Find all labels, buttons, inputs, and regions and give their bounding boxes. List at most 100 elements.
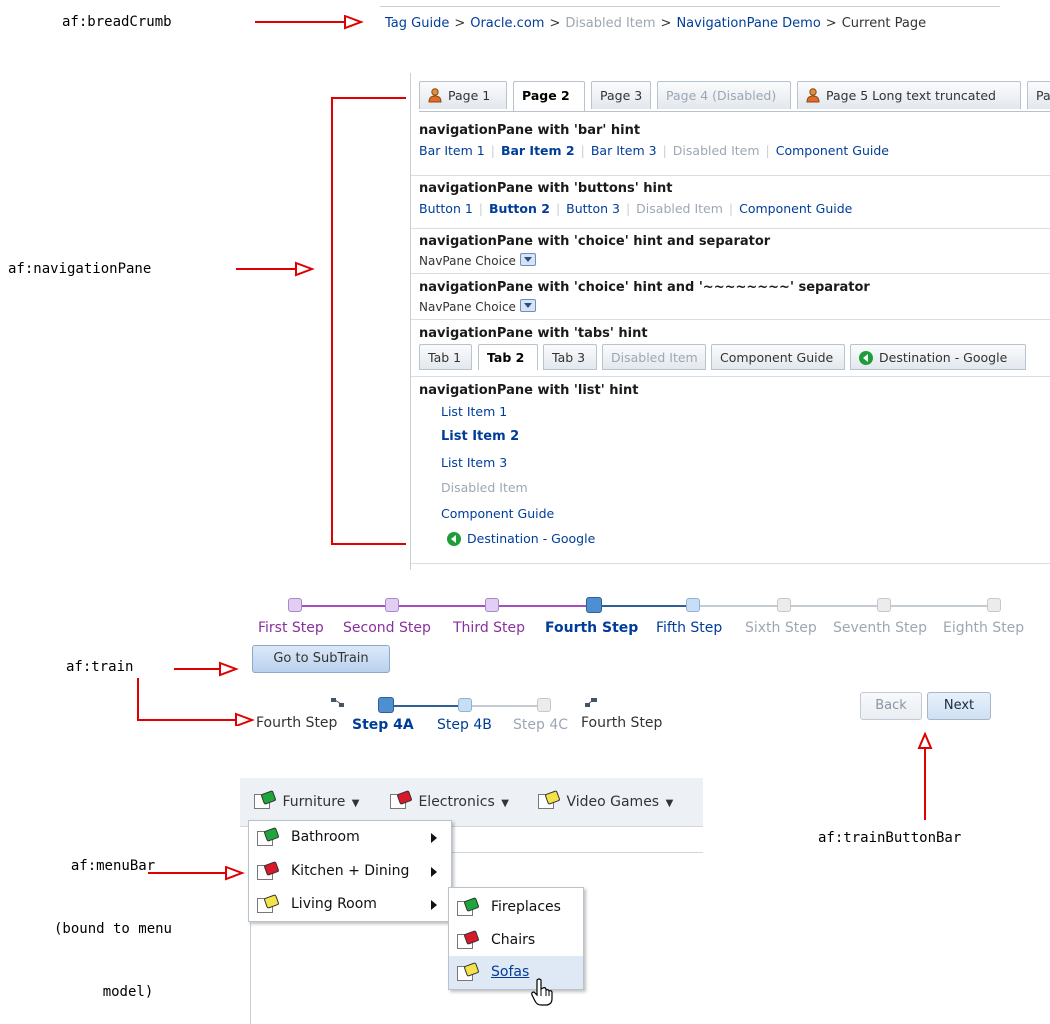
divider bbox=[411, 376, 1050, 377]
folder-yellow-icon bbox=[538, 790, 561, 810]
breadcrumb-arrow bbox=[255, 15, 364, 30]
tab-page-1[interactable]: Page 1 bbox=[419, 81, 507, 109]
hint-tab-disabled: Disabled Item bbox=[602, 344, 706, 370]
hint-tab-3[interactable]: Tab 3 bbox=[543, 344, 597, 370]
tab-page-5[interactable]: Page 5 Long text truncated bbox=[797, 81, 1021, 109]
breadcrumb-navpane-demo[interactable]: NavigationPane Demo bbox=[676, 16, 820, 31]
folder-yellow-icon bbox=[457, 962, 480, 982]
folder-yellow-icon bbox=[257, 894, 280, 914]
choice2-select[interactable]: NavPane Choice bbox=[419, 299, 536, 314]
hint-tab-1[interactable]: Tab 1 bbox=[419, 344, 472, 370]
hint-tab-component-guide[interactable]: Component Guide bbox=[711, 344, 845, 370]
train-label-5[interactable]: Fifth Step bbox=[656, 620, 722, 636]
subtrain-return-icon bbox=[585, 698, 597, 707]
tab-page-4: Page 4 (Disabled) bbox=[657, 81, 791, 109]
breadcrumb-oracle[interactable]: Oracle.com bbox=[470, 16, 544, 31]
menu-item-label: Bathroom bbox=[291, 829, 360, 845]
menubar-arrow bbox=[148, 866, 245, 881]
train-stop-2[interactable] bbox=[385, 598, 399, 612]
bar-item-3[interactable]: Bar Item 3 bbox=[591, 143, 657, 158]
tab-label: Destination - Google bbox=[879, 350, 1008, 365]
breadcrumb-sep: > bbox=[549, 16, 561, 31]
hint-tab-destination[interactable]: Destination - Google bbox=[850, 344, 1026, 370]
menu-item-fireplaces[interactable]: Fireplaces bbox=[449, 891, 583, 924]
subtrain-label-4c: Step 4C bbox=[513, 717, 569, 733]
tab-label: Page 1 bbox=[448, 88, 491, 103]
subtrain-label-parent-end[interactable]: Fourth Step bbox=[581, 715, 662, 731]
navpane-annotation: af:navigationPane bbox=[8, 261, 152, 277]
tabs-hint-strip: Tab 1 Tab 2 Tab 3 Disabled Item Componen… bbox=[419, 344, 1039, 372]
button-3[interactable]: Button 3 bbox=[566, 201, 620, 216]
menu-item-living-room[interactable]: Living Room bbox=[249, 888, 451, 921]
list-item-3[interactable]: List Item 3 bbox=[441, 455, 507, 470]
tabs-hint-title: navigationPane with 'tabs' hint bbox=[419, 326, 648, 341]
subtrain-stop-4b[interactable] bbox=[458, 698, 472, 712]
tab-label: Component Guide bbox=[720, 350, 834, 365]
list-item-1[interactable]: List Item 1 bbox=[441, 404, 507, 419]
button-1[interactable]: Button 1 bbox=[419, 201, 473, 216]
menu-item-chairs[interactable]: Chairs bbox=[449, 924, 583, 957]
next-button[interactable]: Next bbox=[927, 692, 991, 720]
chevron-down-icon: ▼ bbox=[351, 798, 360, 809]
choice-select[interactable]: NavPane Choice bbox=[419, 253, 536, 268]
train-label-2[interactable]: Second Step bbox=[343, 620, 431, 636]
train-label-1[interactable]: First Step bbox=[258, 620, 324, 636]
list-item-component-guide[interactable]: Component Guide bbox=[441, 506, 554, 521]
dropdown-arrow-icon[interactable] bbox=[519, 299, 536, 312]
menu-item-bathroom[interactable]: Bathroom bbox=[249, 821, 451, 854]
train-line-current bbox=[593, 605, 693, 607]
tab-page-2[interactable]: Page 2 bbox=[513, 81, 585, 111]
bar-item-2[interactable]: Bar Item 2 bbox=[501, 143, 575, 158]
train-label-3[interactable]: Third Step bbox=[453, 620, 525, 636]
buttons-hint-items: Button 1 | Button 2 | Button 3 | Disabled Item… bbox=[419, 201, 853, 216]
list-item-2[interactable]: List Item 2 bbox=[441, 429, 519, 444]
button-component-guide[interactable]: Component Guide bbox=[739, 201, 852, 216]
train-stop-1[interactable] bbox=[288, 598, 302, 612]
subtrain-label-4a: Step 4A bbox=[352, 717, 414, 733]
trainbuttonbar-annotation: af:trainButtonBar bbox=[818, 830, 962, 846]
tab-label: Page 2 bbox=[522, 88, 570, 103]
train-stop-8 bbox=[987, 598, 1001, 612]
bar-item-component-guide[interactable]: Component Guide bbox=[776, 143, 889, 158]
breadcrumb-tag-guide[interactable]: Tag Guide bbox=[385, 16, 449, 31]
menu-item-label: Chairs bbox=[491, 932, 536, 948]
train-arrows bbox=[137, 661, 255, 726]
list-item-disabled: Disabled Item bbox=[441, 480, 528, 495]
list-hint-title: navigationPane with 'list' hint bbox=[419, 383, 639, 398]
button-disabled: Disabled Item bbox=[636, 201, 723, 216]
breadcrumb: Tag Guide > Oracle.com > Disabled Item > Navig… bbox=[385, 16, 926, 31]
breadcrumb-current: Current Page bbox=[841, 16, 927, 31]
page-tab-strip: Page 1 Page 2 Page 3 Page 4 (Disabled) P… bbox=[419, 81, 1050, 113]
chevron-down-icon: ▼ bbox=[501, 798, 509, 809]
menu-video-games[interactable]: Video Games ▼ bbox=[538, 790, 673, 814]
button-2[interactable]: Button 2 bbox=[489, 201, 550, 216]
subtrain-exit-icon bbox=[331, 698, 344, 707]
train-stop-5[interactable] bbox=[686, 598, 700, 612]
breadcrumb-disabled: Disabled Item bbox=[565, 16, 656, 31]
menu-item-kitchen[interactable]: Kitchen + Dining bbox=[249, 855, 451, 888]
tab-label: Page 5 Long text truncated bbox=[826, 88, 996, 103]
folder-green-icon bbox=[254, 790, 277, 810]
menu-item-label: Fireplaces bbox=[491, 899, 561, 915]
menu-item-label: Kitchen + Dining bbox=[291, 863, 410, 879]
subtrain-label-parent-start[interactable]: Fourth Step bbox=[256, 715, 337, 731]
menu-label: Electronics bbox=[418, 794, 495, 810]
dropdown-arrow-icon[interactable] bbox=[519, 253, 536, 266]
train-stop-7 bbox=[877, 598, 891, 612]
menu-item-sofas[interactable]: Sofas bbox=[449, 956, 583, 989]
subtrain-label-4b[interactable]: Step 4B bbox=[437, 717, 492, 733]
bar-hint-title: navigationPane with 'bar' hint bbox=[419, 123, 641, 138]
menu-furniture[interactable]: Furniture ▼ bbox=[254, 790, 359, 814]
bar-item-1[interactable]: Bar Item 1 bbox=[419, 143, 485, 158]
list-item-destination[interactable]: Destination - Google bbox=[447, 531, 595, 546]
bar-item-disabled: Disabled Item bbox=[672, 143, 760, 158]
tab-page-3[interactable]: Page 3 bbox=[591, 81, 651, 109]
menu-item-label: Sofas bbox=[491, 964, 530, 980]
menu-electronics[interactable]: Electronics ▼ bbox=[390, 790, 509, 814]
go-to-subtrain-button[interactable]: Go to SubTrain bbox=[252, 645, 390, 673]
train-stop-3[interactable] bbox=[485, 598, 499, 612]
choice2-hint-title: navigationPane with 'choice' hint and '~… bbox=[419, 280, 870, 295]
tab-page-6-truncated[interactable]: Pag bbox=[1027, 81, 1050, 109]
tab-label: Disabled Item bbox=[611, 350, 698, 365]
hint-tab-2[interactable]: Tab 2 bbox=[478, 344, 538, 370]
